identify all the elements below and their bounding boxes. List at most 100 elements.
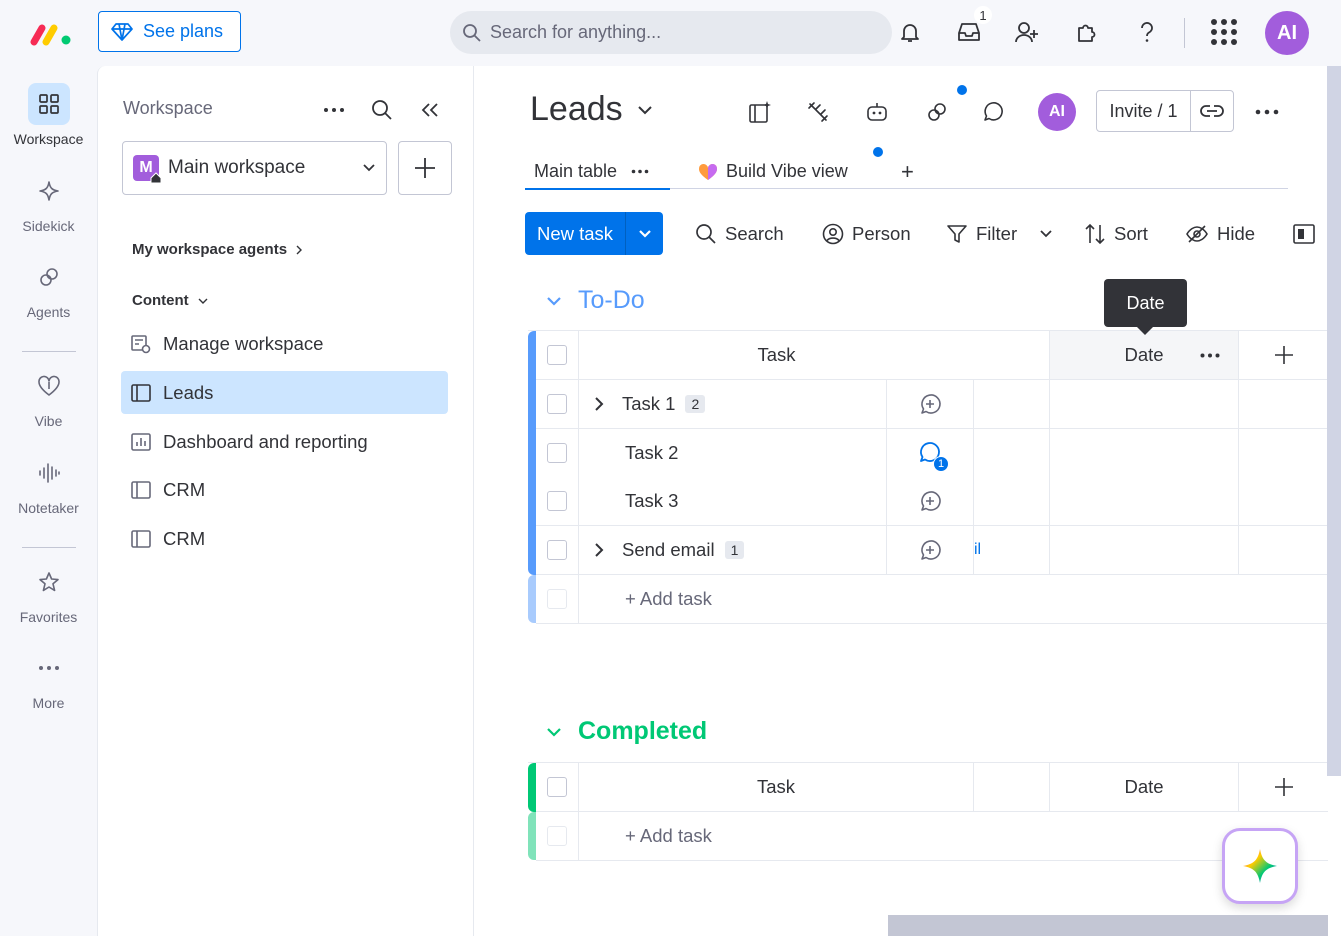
board-updates-button[interactable]: [977, 96, 1009, 128]
column-header-date[interactable]: Date: [1050, 331, 1239, 379]
rail-item-notetaker[interactable]: Notetaker: [0, 452, 97, 516]
select-all-checkbox[interactable]: [547, 777, 567, 797]
rail-item-more[interactable]: More: [0, 647, 97, 711]
chevron-down-icon: [363, 164, 375, 172]
table-row[interactable]: Task 2 1: [536, 429, 1328, 477]
column-header-hidden[interactable]: [974, 331, 1050, 379]
workspace-item-manage[interactable]: Manage workspace: [121, 322, 448, 365]
product-switcher-button[interactable]: [1207, 14, 1241, 50]
person-filter-button[interactable]: Person: [822, 212, 911, 255]
notifications-button[interactable]: [893, 14, 927, 50]
table-row[interactable]: Task 1 2: [536, 380, 1328, 429]
chevron-right-icon[interactable]: [594, 396, 604, 412]
workspace-search-button[interactable]: [368, 96, 396, 124]
ai-assistant-button[interactable]: [1222, 828, 1298, 904]
date-cell[interactable]: [1050, 477, 1239, 525]
more-icon[interactable]: [1200, 353, 1220, 358]
task-name-cell[interactable]: Task 1 2: [579, 380, 886, 428]
add-workspace-item-button[interactable]: [398, 141, 452, 195]
integrations-button[interactable]: [802, 96, 834, 128]
add-column-button[interactable]: [1239, 331, 1328, 379]
table-row[interactable]: Send email 1 il: [536, 526, 1328, 575]
hidden-column-cell[interactable]: [974, 477, 1050, 525]
search-button[interactable]: Search: [695, 212, 784, 255]
content-section[interactable]: Content: [132, 292, 209, 309]
workspace-item-crm[interactable]: CRM: [121, 517, 448, 560]
tab-build-vibe-view[interactable]: Build Vibe view: [698, 154, 848, 189]
group-by-button[interactable]: [1293, 212, 1315, 255]
hidden-column-cell[interactable]: [974, 380, 1050, 428]
updates-cell[interactable]: 1: [886, 429, 974, 477]
filter-button[interactable]: Filter: [946, 212, 1053, 255]
rail-item-sidekick[interactable]: Sidekick: [0, 170, 97, 234]
apps-marketplace-button[interactable]: [1070, 14, 1104, 50]
updates-cell[interactable]: [886, 380, 974, 428]
rail-item-vibe[interactable]: Vibe: [0, 365, 97, 429]
task-name-cell[interactable]: Task 2: [579, 429, 886, 477]
see-plans-button[interactable]: See plans: [98, 11, 241, 52]
global-search-input[interactable]: Search for anything...: [450, 11, 892, 54]
workspace-options-button[interactable]: [320, 96, 348, 124]
hidden-column-cell[interactable]: [974, 429, 1050, 477]
board-member-avatar[interactable]: AI: [1038, 93, 1076, 131]
updates-cell[interactable]: [886, 526, 974, 574]
tab-main-table[interactable]: Main table: [525, 154, 670, 190]
date-cell[interactable]: [1050, 429, 1239, 477]
column-header-hidden[interactable]: [974, 763, 1050, 811]
date-cell[interactable]: [1050, 526, 1239, 574]
sidekick-board-button[interactable]: [744, 96, 776, 128]
column-header-date[interactable]: Date: [1050, 763, 1239, 811]
invite-members-button[interactable]: [1010, 14, 1044, 50]
group-header-todo[interactable]: To-Do: [546, 286, 645, 315]
row-checkbox[interactable]: [547, 394, 567, 414]
rail-item-agents[interactable]: Agents: [0, 256, 97, 320]
board-agents-button[interactable]: [921, 96, 953, 128]
workspace-item-crm[interactable]: CRM: [121, 468, 448, 511]
chevron-right-icon[interactable]: [594, 542, 604, 558]
workspace-item-label: Leads: [163, 381, 214, 403]
plus-icon: [415, 158, 435, 178]
workspace-item-leads[interactable]: Leads: [121, 371, 448, 414]
invite-button[interactable]: Invite / 1: [1097, 91, 1191, 131]
vertical-scrollbar[interactable]: [1327, 66, 1341, 776]
add-task-input[interactable]: + Add task: [579, 575, 1328, 623]
hide-button[interactable]: Hide: [1185, 212, 1255, 255]
select-all-checkbox[interactable]: [547, 345, 567, 365]
chevron-down-icon[interactable]: [1039, 229, 1053, 239]
rail-item-favorites[interactable]: Favorites: [0, 561, 97, 625]
add-column-button[interactable]: [1239, 763, 1328, 811]
help-button[interactable]: [1130, 14, 1164, 50]
inbox-button[interactable]: 1: [952, 6, 992, 50]
hidden-column-cell[interactable]: il: [974, 526, 1050, 574]
collapse-panel-button[interactable]: [416, 96, 444, 124]
new-task-button[interactable]: New task: [525, 212, 626, 255]
row-checkbox[interactable]: [547, 491, 567, 511]
copy-link-button[interactable]: [1191, 91, 1233, 131]
column-header-task[interactable]: Task: [579, 763, 974, 811]
date-cell[interactable]: [1050, 380, 1239, 428]
row-checkbox[interactable]: [547, 443, 567, 463]
table-row[interactable]: Task 3: [536, 477, 1328, 526]
row-checkbox[interactable]: [547, 540, 567, 560]
board-more-button[interactable]: [1251, 96, 1283, 128]
rail-item-workspace[interactable]: Workspace: [0, 83, 97, 147]
monday-logo[interactable]: [30, 20, 74, 46]
workspace-agents-section[interactable]: My workspace agents: [132, 241, 303, 258]
group-header-completed[interactable]: Completed: [546, 717, 707, 746]
user-avatar[interactable]: AI: [1265, 11, 1309, 55]
task-name-cell[interactable]: Task 3: [579, 477, 886, 525]
workspace-selector[interactable]: M Main workspace: [122, 141, 387, 195]
updates-cell[interactable]: [886, 477, 974, 525]
automations-button[interactable]: [861, 96, 893, 128]
task-name-cell[interactable]: Send email 1: [579, 526, 886, 574]
horizontal-scrollbar[interactable]: [888, 915, 1328, 936]
chevron-down-icon: [547, 727, 561, 737]
more-icon[interactable]: [631, 169, 649, 174]
new-task-dropdown[interactable]: [626, 212, 663, 255]
column-header-task[interactable]: Task: [579, 331, 974, 379]
add-task-input[interactable]: + Add task: [579, 812, 1328, 860]
add-view-button[interactable]: +: [901, 154, 914, 189]
sort-button[interactable]: Sort: [1084, 212, 1148, 255]
board-title-button[interactable]: Leads: [530, 90, 653, 129]
workspace-item-dashboard[interactable]: Dashboard and reporting: [121, 420, 448, 463]
